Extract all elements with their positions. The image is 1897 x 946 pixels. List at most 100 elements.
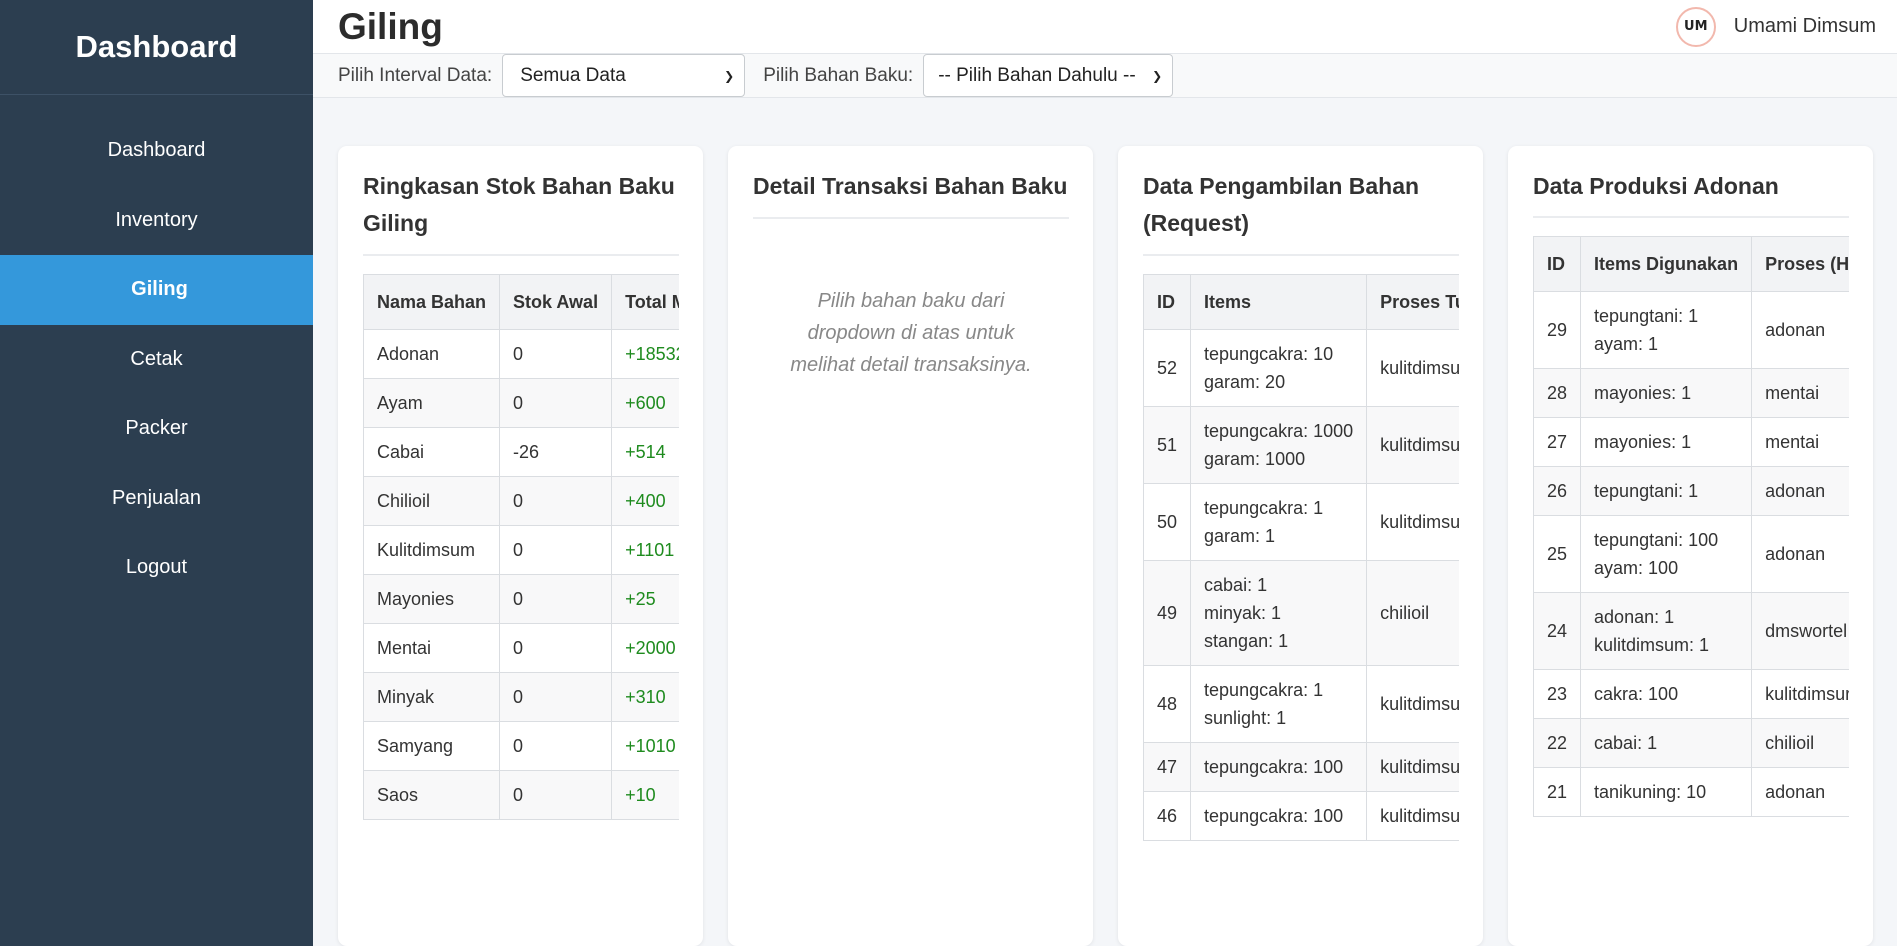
cell-items: tepungcakra: 10 garam: 20 xyxy=(1190,329,1368,407)
col-proses-hasil: Proses (Ha xyxy=(1751,236,1849,292)
sidebar-nav: Dashboard Inventory Giling Cetak Packer … xyxy=(0,116,313,603)
bahan-select-value: -- Pilih Bahan Dahulu -- xyxy=(938,64,1136,86)
table-row: Saos 0 +10 xyxy=(363,770,679,820)
cell-id: 51 xyxy=(1143,406,1192,484)
item-line: tepungcakra: 100 xyxy=(1204,757,1344,777)
cell-stok-awal: 0 xyxy=(499,378,613,428)
card-title: Data Produksi Adonan xyxy=(1533,168,1849,218)
cell-proses: mentai xyxy=(1751,368,1849,418)
stok-table-scroll[interactable]: Nama Bahan Stok Awal Total M Adonan0+185… xyxy=(363,274,679,820)
user-name: Umami Dimsum xyxy=(1733,15,1876,37)
sidebar-item-logout[interactable]: Logout xyxy=(0,533,313,603)
cell-items: tepungcakra: 100 xyxy=(1190,742,1368,792)
cell-id: 25 xyxy=(1533,515,1582,593)
cell-items: tepungcakra: 1 sunlight: 1 xyxy=(1190,665,1368,743)
cell-nama-bahan: Mayonies xyxy=(363,574,501,624)
cell-nama-bahan: Samyang xyxy=(363,721,501,771)
item-line: tepungcakra: 1 xyxy=(1204,498,1324,518)
cell-id: 28 xyxy=(1533,368,1582,418)
table-row: Kulitdimsum 0 +1101 xyxy=(363,525,679,575)
item-line: minyak: 1 xyxy=(1204,603,1282,623)
item-line: tepungcakra: 10 xyxy=(1204,344,1334,364)
sidebar-brand: Dashboard xyxy=(0,0,313,95)
app-layout: Dashboard Dashboard Inventory Giling Cet… xyxy=(0,0,1897,946)
table-row: Minyak 0 +310 xyxy=(363,672,679,722)
cell-total-masuk: +10 xyxy=(611,770,679,820)
item-line: ayam: 1 xyxy=(1594,334,1659,354)
produksi-table-scroll[interactable]: ID Items Digunakan Proses (Ha 29tepungta… xyxy=(1533,236,1849,817)
item-line: kulitdimsum: 1 xyxy=(1594,635,1710,655)
sidebar-item-packer[interactable]: Packer xyxy=(0,394,313,464)
card-title: Ringkasan Stok Bahan Baku Giling xyxy=(363,168,679,256)
cell-stok-awal: 0 xyxy=(499,770,613,820)
cell-id: 46 xyxy=(1143,791,1192,841)
sidebar-item-inventory[interactable]: Inventory xyxy=(0,186,313,256)
cell-proses: chilioil xyxy=(1366,560,1459,666)
table-row: 26 tepungtani: 1 adonan xyxy=(1533,466,1849,516)
cell-id: 49 xyxy=(1143,560,1192,666)
cell-items: cabai: 1 minyak: 1 stangan: 1 xyxy=(1190,560,1368,666)
table-row: 29 tepungtani: 1 ayam: 1 adonan xyxy=(1533,291,1849,369)
filter-bar: Pilih Interval Data: Semua Data ❯ Pilih … xyxy=(313,54,1897,98)
table-row: 21 tanikuning: 10 adonan xyxy=(1533,767,1849,817)
card-title: Data Pengambilan Bahan (Request) xyxy=(1143,168,1459,256)
empty-state-line: dropdown di atas untuk xyxy=(807,322,1015,344)
table-header-row: Nama Bahan Stok Awal Total M xyxy=(363,274,679,330)
item-line: tepungcakra: 100 xyxy=(1204,806,1344,826)
cell-proses: adonan xyxy=(1751,466,1849,516)
cell-id: 52 xyxy=(1143,329,1192,407)
cell-items: cakra: 100 xyxy=(1580,669,1753,719)
interval-select-value: Semua Data xyxy=(520,64,626,86)
table-row: 46 tepungcakra: 100 kulitdimsu xyxy=(1143,791,1459,841)
table-row: Chilioil 0 +400 xyxy=(363,476,679,526)
table-header-row: ID Items Digunakan Proses (Ha xyxy=(1533,236,1849,292)
cell-proses: adonan xyxy=(1751,291,1849,369)
cell-items: mayonies: 1 xyxy=(1580,368,1753,418)
cell-items: tepungtani: 100 ayam: 100 xyxy=(1580,515,1753,593)
cell-nama-bahan: Mentai xyxy=(363,623,501,673)
chevron-down-icon: ❯ xyxy=(724,68,735,83)
cell-total-masuk: +1010 xyxy=(611,721,679,771)
table-row: Samyang 0 +1010 xyxy=(363,721,679,771)
sidebar-item-cetak[interactable]: Cetak xyxy=(0,325,313,395)
cell-stok-awal: -26 xyxy=(499,427,613,477)
cell-proses: adonan xyxy=(1751,767,1849,817)
sidebar-item-dashboard[interactable]: Dashboard xyxy=(0,116,313,186)
cards-row: Ringkasan Stok Bahan Baku Giling Nama Ba… xyxy=(313,98,1897,946)
table-row: Mentai 0 +2000 xyxy=(363,623,679,673)
table-row: 50 tepungcakra: 1 garam: 1 kulitdimsu xyxy=(1143,483,1459,561)
table-row: 25 tepungtani: 100 ayam: 100 adonan xyxy=(1533,515,1849,593)
cell-total-masuk: +18532 xyxy=(611,329,679,379)
bahan-select[interactable]: -- Pilih Bahan Dahulu -- ❯ xyxy=(923,54,1174,97)
cell-nama-bahan: Saos xyxy=(363,770,501,820)
item-line: stangan: 1 xyxy=(1204,631,1289,651)
sidebar-item-giling[interactable]: Giling xyxy=(0,255,313,325)
produksi-card: Data Produksi Adonan ID Items Digunakan … xyxy=(1508,146,1873,946)
cell-total-masuk: +2000 xyxy=(611,623,679,673)
cell-proses: chilioil xyxy=(1751,718,1849,768)
cell-proses: kulitdimsu xyxy=(1366,483,1459,561)
cell-proses: kulitdimsu xyxy=(1366,742,1459,792)
detail-transaksi-card: Detail Transaksi Bahan Baku Pilih bahan … xyxy=(728,146,1093,946)
cell-stok-awal: 0 xyxy=(499,721,613,771)
cell-proses: kulitdimsu xyxy=(1366,329,1459,407)
pengambilan-table-scroll[interactable]: ID Items Proses Tu 52 tepungcakra: 10 gara… xyxy=(1143,274,1459,841)
produksi-table: ID Items Digunakan Proses (Ha 29tepungta… xyxy=(1533,236,1849,817)
interval-select[interactable]: Semua Data ❯ xyxy=(502,54,746,97)
col-items-digunakan: Items Digunakan xyxy=(1580,236,1753,292)
table-row: 49 cabai: 1 minyak: 1 stangan: 1 chilioil xyxy=(1143,560,1459,666)
cell-stok-awal: 0 xyxy=(499,525,613,575)
col-stok-awal: Stok Awal xyxy=(499,274,613,330)
sidebar-item-penjualan[interactable]: Penjualan xyxy=(0,464,313,534)
table-row: 51 tepungcakra: 1000 garam: 1000 kulitdimsu xyxy=(1143,406,1459,484)
item-line: sunlight: 1 xyxy=(1204,708,1287,728)
cell-proses: mentai xyxy=(1751,417,1849,467)
col-proses: Proses Tu xyxy=(1366,274,1459,330)
cell-items: tepungcakra: 1 garam: 1 xyxy=(1190,483,1368,561)
cell-nama-bahan: Ayam xyxy=(363,378,501,428)
user-profile[interactable]: UM Umami Dimsum xyxy=(1675,6,1876,47)
item-line: tepungtani: 1 xyxy=(1594,481,1699,501)
table-row: 52 tepungcakra: 10 garam: 20 kulitdimsu xyxy=(1143,329,1459,407)
item-line: mayonies: 1 xyxy=(1594,383,1692,403)
cell-id: 21 xyxy=(1533,767,1582,817)
